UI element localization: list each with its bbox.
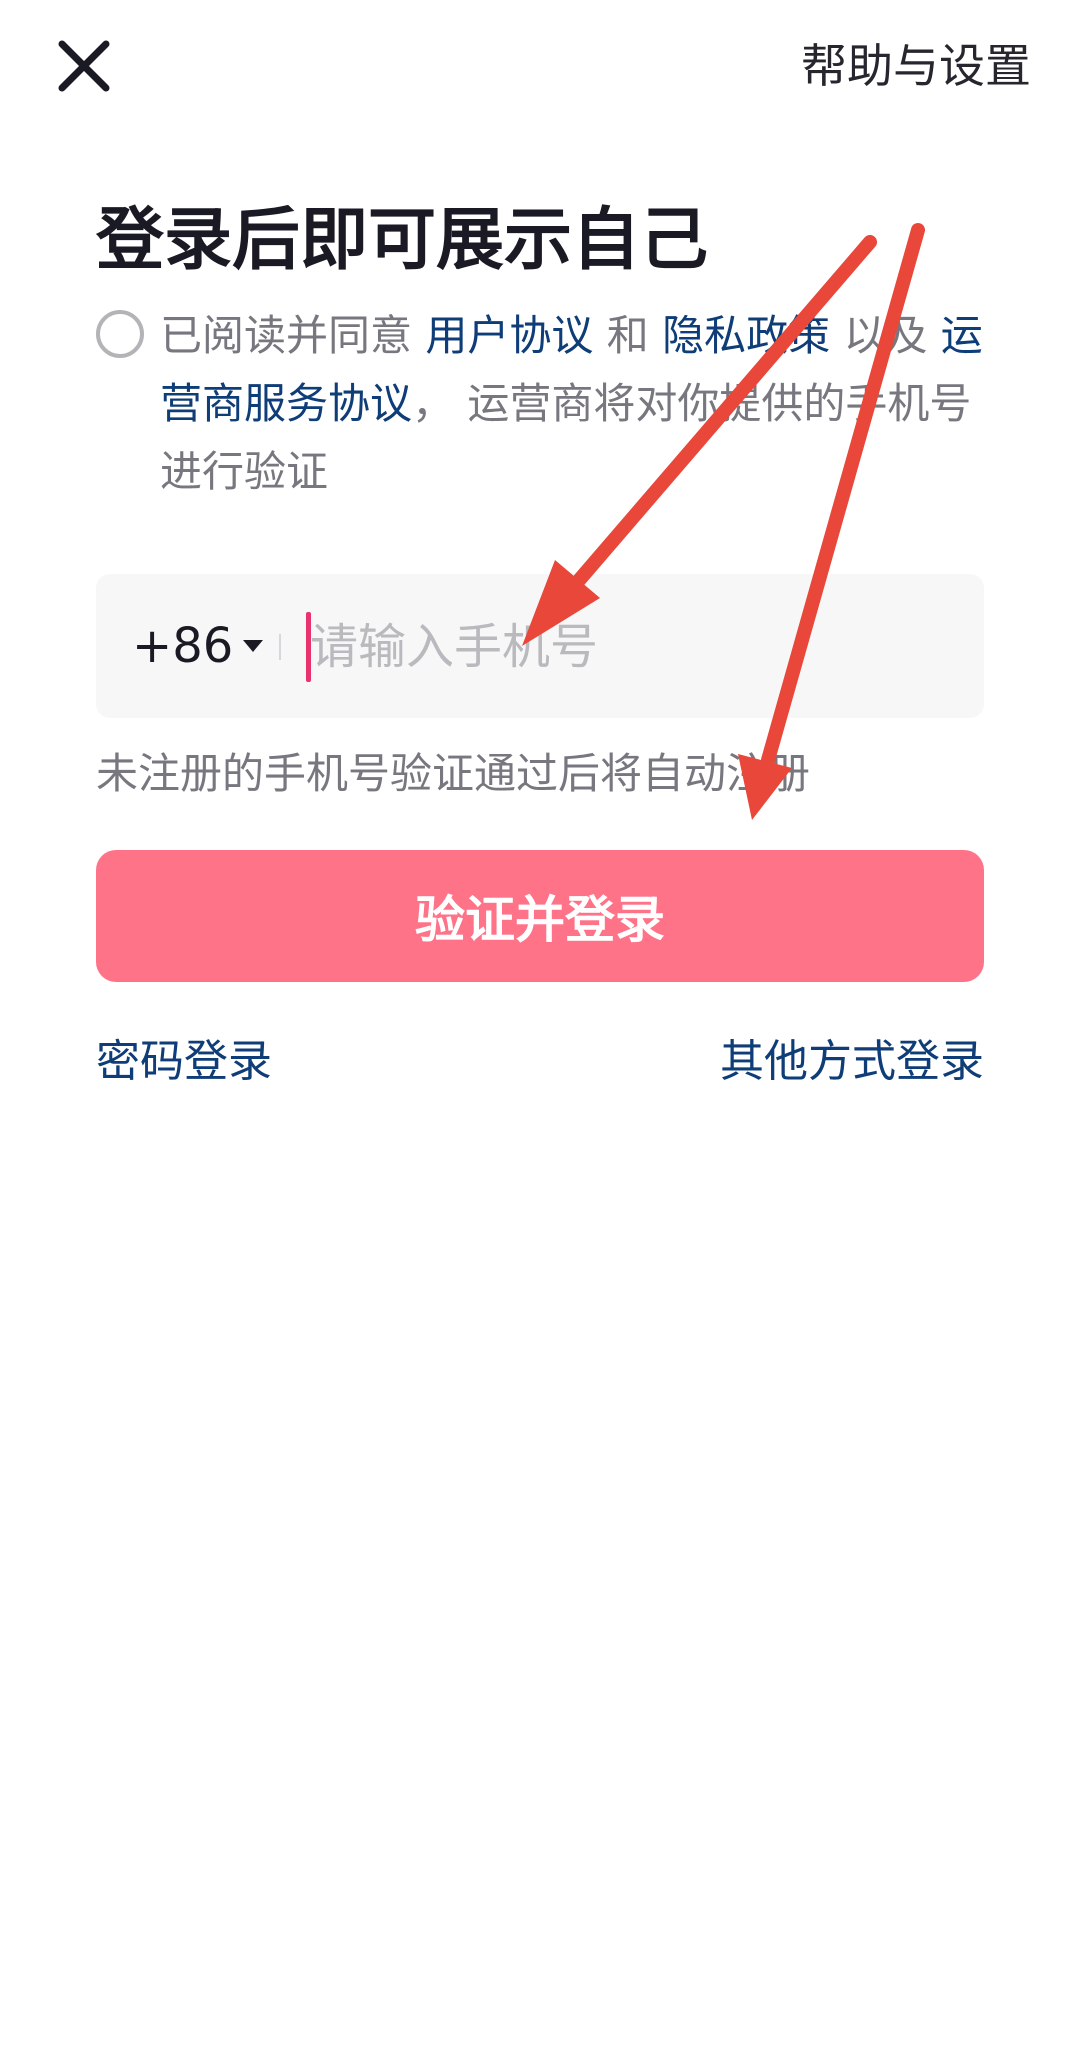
close-button[interactable] (54, 36, 114, 96)
country-code-value: +86 (132, 618, 234, 674)
register-hint: 未注册的手机号验证通过后将自动注册 (96, 749, 811, 798)
agreement-and-also: 以及 (830, 311, 941, 360)
phone-field: +86 (96, 574, 984, 718)
caret-down-icon (243, 640, 264, 652)
agreement-prefix: 已阅读并同意 (160, 311, 426, 360)
user-agreement-link[interactable]: 用户协议 (425, 311, 593, 360)
agreement-checkbox[interactable] (96, 310, 144, 358)
agreement-text: 已阅读并同意 用户协议 和 隐私政策 以及 运营商服务协议， 运营商将对你提供的… (160, 302, 986, 506)
close-icon (58, 40, 110, 92)
divider (279, 634, 281, 660)
privacy-policy-link[interactable]: 隐私政策 (662, 311, 830, 360)
other-login-link[interactable]: 其他方式登录 (720, 1030, 984, 1094)
phone-input[interactable] (310, 612, 950, 682)
page-title: 登录后即可展示自己 (96, 201, 709, 280)
verify-login-button[interactable]: 验证并登录 (96, 850, 984, 982)
help-settings-link[interactable]: 帮助与设置 (801, 34, 1031, 98)
password-login-link[interactable]: 密码登录 (96, 1030, 272, 1094)
top-bar: 帮助与设置 (0, 0, 1080, 130)
agreement-and: 和 (593, 311, 663, 360)
country-code-selector[interactable]: +86 (132, 616, 264, 676)
